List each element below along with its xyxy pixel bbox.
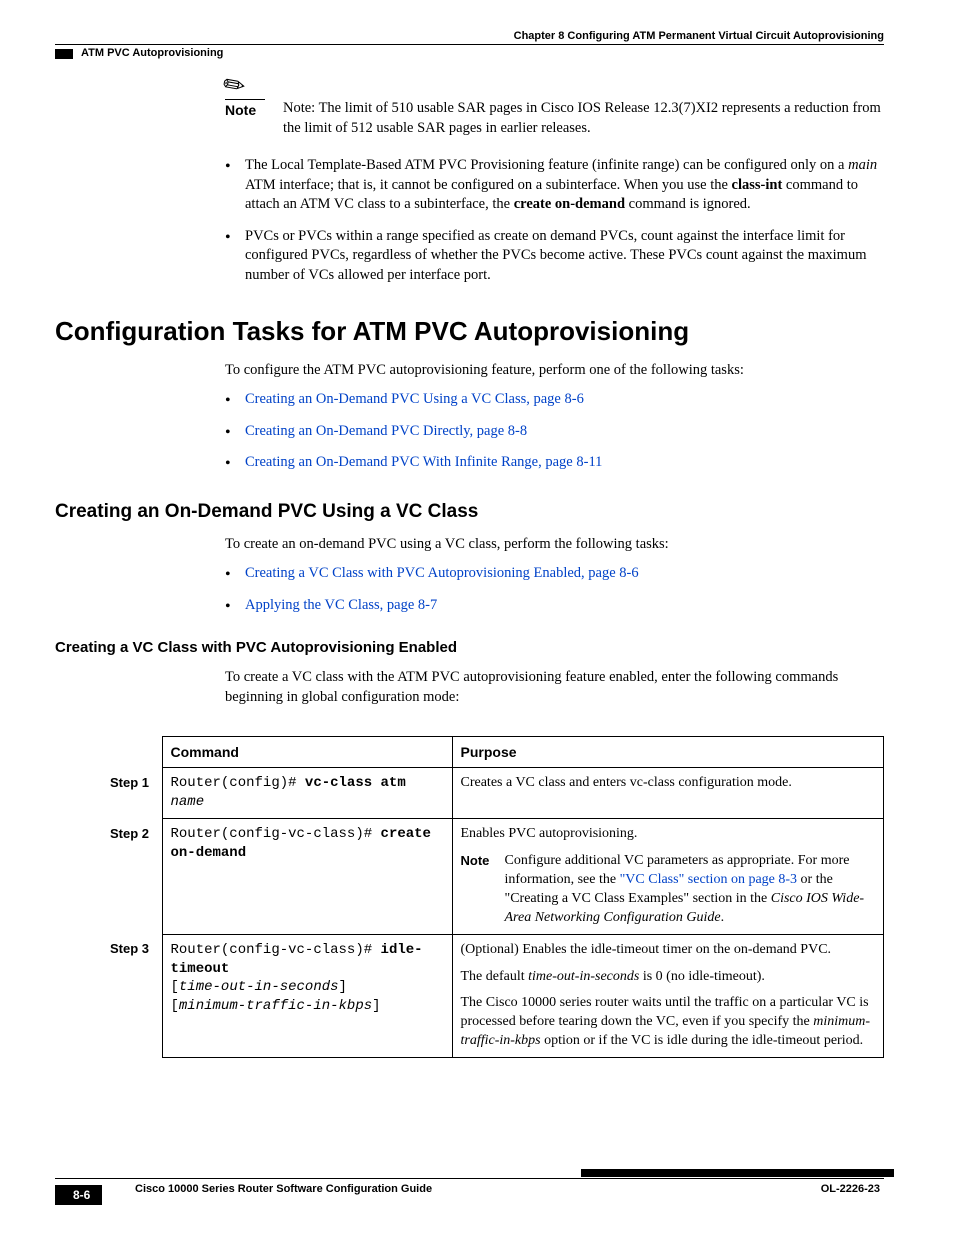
command-table: Command Purpose Step 1 Router(config)# v… bbox=[110, 736, 884, 1059]
running-header-chapter: Chapter 8 Configuring ATM Permanent Virt… bbox=[55, 30, 884, 45]
command-cell: Router(config)# vc-class atm name bbox=[162, 768, 452, 819]
restrictions-list: The Local Template-Based ATM PVC Provisi… bbox=[55, 156, 884, 285]
page-number-badge: 8-6 bbox=[55, 1185, 102, 1205]
purpose-cell: Enables PVC autoprovisioning. Note Confi… bbox=[452, 819, 884, 934]
xref-link[interactable]: Creating an On-Demand PVC Directly, page… bbox=[245, 423, 527, 439]
step-label: Step 3 bbox=[110, 934, 162, 1057]
purpose-cell: Creates a VC class and enters vc-class c… bbox=[452, 768, 884, 819]
intro-paragraph: To create an on-demand PVC using a VC cl… bbox=[225, 535, 884, 555]
xref-link[interactable]: Applying the VC Class, page 8-7 bbox=[245, 597, 437, 613]
col-header-purpose: Purpose bbox=[452, 736, 884, 768]
footer-accent-bar bbox=[581, 1169, 886, 1177]
intro-paragraph: To configure the ATM PVC autoprovisionin… bbox=[225, 361, 884, 381]
table-row: Step 3 Router(config-vc-class)# idle-tim… bbox=[110, 934, 884, 1057]
inline-note-text: Configure additional VC parameters as ap… bbox=[505, 852, 876, 928]
list-item: Applying the VC Class, page 8-7 bbox=[225, 596, 884, 616]
command-cell: Router(config-vc-class)# idle-timeout [t… bbox=[162, 934, 452, 1057]
step-label: Step 1 bbox=[110, 768, 162, 819]
intro-paragraph: To create a VC class with the ATM PVC au… bbox=[225, 668, 884, 707]
command-cell: Router(config-vc-class)# create on-deman… bbox=[162, 819, 452, 934]
footer-doc-title: Cisco 10000 Series Router Software Confi… bbox=[135, 1179, 432, 1195]
heading-vc-class: Creating an On-Demand PVC Using a VC Cla… bbox=[55, 501, 884, 523]
note-block: ✎ Note Note: The limit of 510 usable SAR… bbox=[55, 99, 884, 138]
xref-link[interactable]: "VC Class" section on page 8-3 bbox=[620, 872, 797, 887]
note-text: Note: The limit of 510 usable SAR pages … bbox=[283, 99, 884, 138]
footer-doc-id: OL-2226-23 bbox=[821, 1179, 884, 1195]
note-label: Note bbox=[225, 99, 265, 118]
list-item: Creating a VC Class with PVC Autoprovisi… bbox=[225, 564, 884, 584]
purpose-cell: (Optional) Enables the idle-timeout time… bbox=[452, 934, 884, 1057]
list-item: PVCs or PVCs within a range specified as… bbox=[225, 227, 884, 286]
task-link-list: Creating an On-Demand PVC Using a VC Cla… bbox=[55, 390, 884, 473]
xref-link[interactable]: Creating an On-Demand PVC Using a VC Cla… bbox=[245, 391, 584, 407]
page-footer: Cisco 10000 Series Router Software Confi… bbox=[55, 1178, 884, 1195]
subtask-link-list: Creating a VC Class with PVC Autoprovisi… bbox=[55, 564, 884, 615]
inline-note-label: Note bbox=[461, 852, 503, 870]
list-item: Creating an On-Demand PVC Using a VC Cla… bbox=[225, 390, 884, 410]
col-header-command: Command bbox=[162, 736, 452, 768]
heading-create-vc-class: Creating a VC Class with PVC Autoprovisi… bbox=[55, 639, 884, 656]
table-row: Step 2 Router(config-vc-class)# create o… bbox=[110, 819, 884, 934]
step-label: Step 2 bbox=[110, 819, 162, 934]
xref-link[interactable]: Creating a VC Class with PVC Autoprovisi… bbox=[245, 565, 639, 581]
table-corner bbox=[110, 736, 162, 768]
heading-config-tasks: Configuration Tasks for ATM PVC Autoprov… bbox=[55, 316, 884, 347]
list-item: The Local Template-Based ATM PVC Provisi… bbox=[225, 156, 884, 215]
xref-link[interactable]: Creating an On-Demand PVC With Infinite … bbox=[245, 454, 602, 470]
table-row: Step 1 Router(config)# vc-class atm name… bbox=[110, 768, 884, 819]
list-item: Creating an On-Demand PVC Directly, page… bbox=[225, 422, 884, 442]
list-item: Creating an On-Demand PVC With Infinite … bbox=[225, 453, 884, 473]
running-header-section: ATM PVC Autoprovisioning bbox=[55, 47, 884, 59]
